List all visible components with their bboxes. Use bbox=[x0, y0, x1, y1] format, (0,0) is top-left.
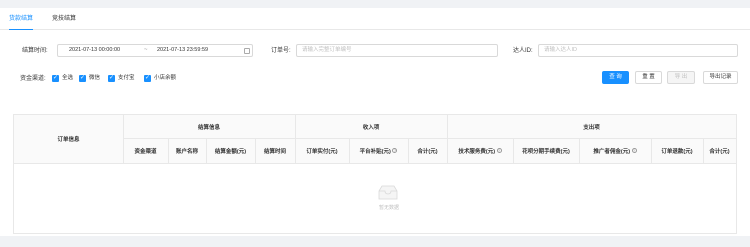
header-order-info: 订单信息 bbox=[57, 137, 80, 143]
header-expense-total: 合计(元) bbox=[709, 148, 730, 155]
question-icon[interactable]: ? bbox=[392, 148, 398, 153]
checkbox-wechat-label: 微信 bbox=[89, 75, 101, 81]
header-commission: 推广者佣金(元)? bbox=[579, 138, 651, 163]
header-tech-fee: 技术服务费(元)? bbox=[447, 138, 513, 163]
empty-inbox-icon bbox=[378, 185, 398, 200]
tab-competitive-settlement[interactable]: 竞技结算 bbox=[52, 8, 76, 30]
header-group-settle: 结算信息 bbox=[197, 124, 220, 131]
header-group-income: 收入项 bbox=[362, 124, 380, 131]
reset-button[interactable]: 重 置 bbox=[635, 71, 662, 84]
checkbox-shop-balance[interactable]: ✓ bbox=[144, 75, 151, 82]
query-button[interactable]: 查 询 bbox=[602, 71, 629, 84]
settle-time-range-picker[interactable]: 2021-07-13 00:00:00 ~ 2021-07-13 23:59:5… bbox=[57, 44, 253, 57]
checkbox-alipay[interactable]: ✓ bbox=[108, 75, 115, 82]
header-order-paid: 订单实付(元) bbox=[306, 148, 338, 155]
fund-channel-label: 资金渠道: bbox=[20, 76, 46, 82]
order-number-label: 订单号: bbox=[271, 48, 291, 54]
checkbox-alipay-label: 支付宝 bbox=[118, 75, 135, 81]
checkbox-select-all-label: 全选 bbox=[62, 75, 74, 81]
header-platform-subsidy: 平台补贴(元)? bbox=[349, 138, 408, 163]
header-platform-subsidy-label: 平台补贴(元) bbox=[359, 148, 391, 155]
checkbox-wechat[interactable]: ✓ bbox=[79, 75, 86, 82]
tab-bar: 货款结算 竞技结算 bbox=[0, 8, 750, 30]
settle-time-label: 结算时间: bbox=[22, 48, 48, 54]
header-refund: 订单退款(元) bbox=[661, 148, 693, 155]
order-number-input[interactable]: 请输入完整订单编号 bbox=[296, 44, 498, 57]
header-income-total: 合计(元) bbox=[417, 148, 438, 155]
question-icon[interactable]: ? bbox=[496, 148, 502, 153]
checkbox-select-all[interactable]: ✓ bbox=[52, 75, 59, 82]
date-range-separator: ~ bbox=[144, 47, 148, 53]
question-icon[interactable]: ? bbox=[631, 148, 637, 153]
header-channel: 资金渠道 bbox=[134, 148, 157, 155]
header-group-expense: 支出项 bbox=[583, 124, 600, 131]
date-start-value: 2021-07-13 00:00:00 bbox=[69, 47, 121, 53]
header-account: 账户名称 bbox=[175, 148, 198, 155]
settlement-card: 货款结算 竞技结算 结算时间: 2021-07-13 00:00:00 ~ 20… bbox=[0, 8, 750, 236]
empty-state-text: 暂无数据 bbox=[378, 205, 399, 211]
header-bottom-border bbox=[14, 163, 736, 164]
header-amount: 结算金额(元) bbox=[214, 148, 247, 155]
header-time: 结算时间 bbox=[263, 148, 286, 155]
header-installment-fee: 花呗分期手续费(元) bbox=[522, 148, 570, 155]
tab-goods-settlement[interactable]: 货款结算 bbox=[9, 8, 34, 30]
checkbox-shop-balance-label: 小店余额 bbox=[154, 75, 177, 81]
calendar-icon bbox=[244, 47, 250, 54]
talent-id-label: 达人ID: bbox=[513, 48, 533, 54]
settlement-table: 订单信息 结算信息 收入项 支出项 资金渠道 账户名称 结算金额(元) 结算时间… bbox=[13, 114, 737, 234]
date-end-value: 2021-07-13 23:59:59 bbox=[157, 47, 209, 53]
header-commission-label: 推广者佣金(元) bbox=[593, 148, 631, 155]
export-button[interactable]: 导 出 bbox=[667, 71, 695, 84]
header-tech-fee-label: 技术服务费(元) bbox=[458, 148, 496, 155]
talent-id-input[interactable]: 请输入达人ID bbox=[538, 44, 738, 57]
export-log-button[interactable]: 导出记录 bbox=[703, 71, 738, 84]
